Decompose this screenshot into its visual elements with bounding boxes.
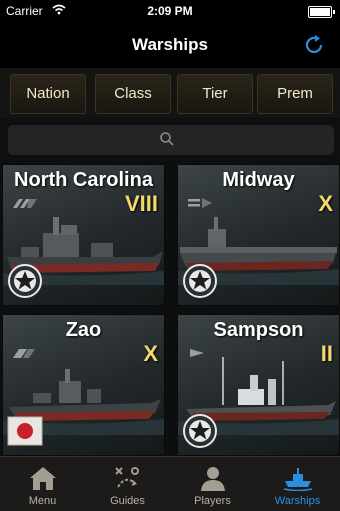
tactics-icon (115, 467, 139, 488)
warship-grid: North Carolina VIII Midway X Zao X Samps… (0, 162, 340, 456)
ship-name: North Carolina (14, 169, 153, 191)
tab-bar: Menu Guides Players Warships (0, 456, 340, 511)
page-title: Warships (132, 35, 208, 54)
tab-label: Warships (274, 495, 321, 507)
ship-name: Zao (65, 319, 102, 341)
battleship-icon (13, 199, 37, 208)
search-bar (0, 118, 340, 162)
battery-icon (308, 6, 335, 18)
filter-nation-button[interactable]: Nation (10, 74, 86, 114)
tab-warships[interactable]: Warships (255, 457, 340, 511)
cruiser-icon (13, 349, 35, 358)
ship-name: Midway (222, 169, 295, 191)
usa-star-flag-icon (183, 264, 217, 298)
clock: 2:09 PM (147, 4, 193, 18)
tab-label: Players (194, 495, 231, 507)
home-icon (30, 467, 56, 490)
tab-players[interactable]: Players (170, 457, 255, 511)
filter-class-button[interactable]: Class (95, 74, 171, 114)
person-icon (201, 467, 225, 491)
warship-icon (283, 468, 313, 491)
usa-star-flag-icon (183, 414, 217, 448)
filter-bar: Nation Class Tier Prem (0, 68, 340, 118)
warship-card-zao[interactable]: Zao X (2, 314, 165, 456)
usa-star-flag-icon (8, 264, 42, 298)
ship-tier: II (320, 341, 333, 366)
refresh-icon[interactable] (302, 33, 326, 57)
tab-label: Guides (110, 495, 145, 507)
tab-label: Menu (28, 495, 57, 507)
destroyer-icon (190, 349, 204, 357)
warship-card-sampson[interactable]: Sampson II (177, 314, 340, 456)
tab-menu[interactable]: Menu (0, 457, 85, 511)
status-bar: Carrier 2:09 PM (0, 0, 340, 22)
ship-name: Sampson (213, 319, 304, 341)
filter-prem-button[interactable]: Prem (257, 74, 333, 114)
ship-tier: X (143, 341, 158, 366)
warship-card-north-carolina[interactable]: North Carolina VIII (2, 164, 165, 306)
search-icon (160, 132, 174, 146)
ship-tier: X (318, 191, 333, 216)
warship-card-midway[interactable]: Midway X (177, 164, 340, 306)
tab-guides[interactable]: Guides (85, 457, 170, 511)
aircraft-carrier-icon (188, 198, 212, 208)
navigation-bar: Warships (0, 22, 340, 68)
japan-flag-icon (7, 416, 43, 446)
filter-tier-button[interactable]: Tier (177, 74, 253, 114)
ship-tier: VIII (124, 191, 158, 216)
